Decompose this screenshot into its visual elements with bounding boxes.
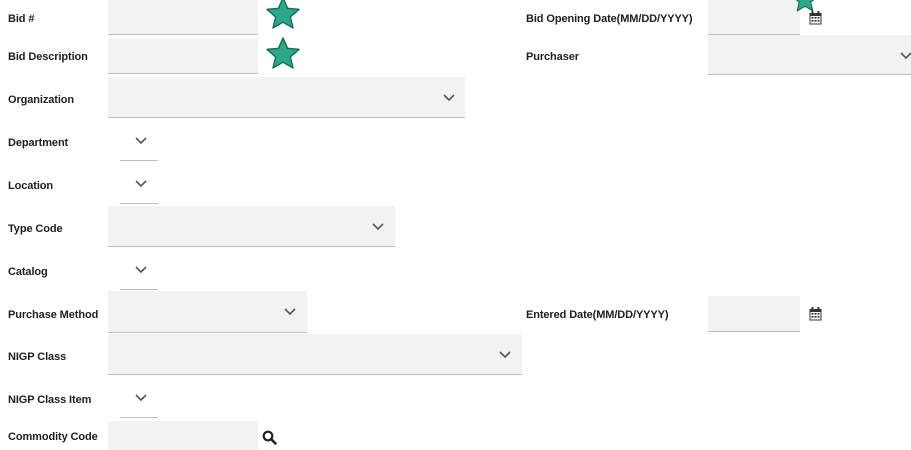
purchaser-select[interactable] xyxy=(708,35,911,75)
star-icon xyxy=(795,0,815,12)
organization-select[interactable] xyxy=(108,77,465,118)
nigp-class-item-label: NIGP Class Item xyxy=(8,394,92,406)
entered-date-input[interactable] xyxy=(708,296,800,332)
location-label: Location xyxy=(8,180,54,192)
bid-opening-date-label: Bid Opening Date(MM/DD/YYYY) xyxy=(526,13,693,25)
bid-opening-date-input[interactable] xyxy=(708,0,800,35)
chevron-down-icon xyxy=(135,266,147,274)
nigp-class-item-select[interactable] xyxy=(120,377,158,418)
chevron-down-icon xyxy=(135,180,147,188)
chevron-down-icon xyxy=(900,52,911,60)
nigp-class-label: NIGP Class xyxy=(8,351,67,363)
type-code-label: Type Code xyxy=(8,223,63,235)
bid-number-label: Bid # xyxy=(8,13,35,25)
commodity-code-input[interactable] xyxy=(108,421,258,450)
catalog-select[interactable] xyxy=(120,249,158,290)
department-label: Department xyxy=(8,137,69,149)
chevron-down-icon xyxy=(135,137,147,145)
bid-number-input[interactable] xyxy=(108,0,258,35)
entered-date-label: Entered Date(MM/DD/YYYY) xyxy=(526,309,669,321)
bid-description-input[interactable] xyxy=(108,39,258,74)
purchase-method-select[interactable] xyxy=(108,291,307,333)
star-icon xyxy=(266,0,300,29)
organization-label: Organization xyxy=(8,94,75,106)
purchase-method-label: Purchase Method xyxy=(8,309,99,321)
chevron-down-icon xyxy=(443,94,455,102)
calendar-icon[interactable] xyxy=(809,307,822,321)
chevron-down-icon xyxy=(284,308,296,316)
chevron-down-icon xyxy=(372,223,384,231)
purchaser-label: Purchaser xyxy=(526,51,579,63)
location-select[interactable] xyxy=(120,163,158,204)
department-select[interactable] xyxy=(120,120,158,161)
type-code-select[interactable] xyxy=(108,206,395,247)
bid-description-label: Bid Description xyxy=(8,51,88,63)
commodity-code-label: Commodity Code xyxy=(8,431,98,443)
chevron-down-icon xyxy=(499,351,511,359)
search-icon[interactable] xyxy=(262,430,277,445)
chevron-down-icon xyxy=(135,394,147,402)
star-icon xyxy=(266,37,300,69)
nigp-class-select[interactable] xyxy=(108,334,522,375)
catalog-label: Catalog xyxy=(8,266,48,278)
